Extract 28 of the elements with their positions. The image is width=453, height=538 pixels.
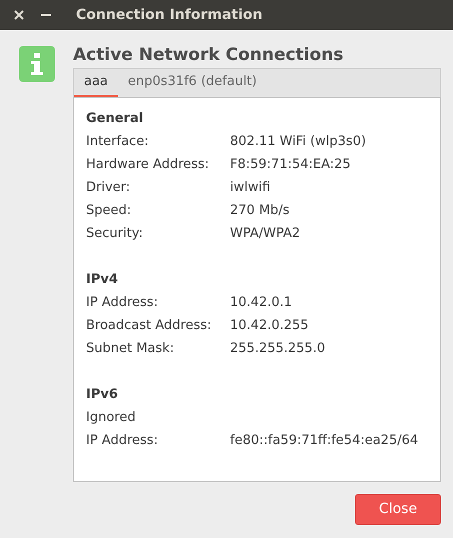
field-label: Hardware Address: (86, 156, 210, 174)
field-value: 802.11 WiFi (wlp3s0) (230, 133, 366, 151)
field-label: Subnet Mask: (86, 340, 176, 358)
field-label: Interface: (86, 133, 150, 151)
field-value: iwlwifi (230, 179, 270, 197)
field-value: fe80::fa59:71ff:fe54:ea25/64 (230, 432, 418, 450)
field-label: Broadcast Address: (86, 317, 212, 335)
tab[interactable]: enp0s31f6 (default) (118, 69, 267, 97)
field-value: 255.255.255.0 (230, 340, 326, 358)
group-title: IPv4 (86, 271, 119, 289)
field-label: Ignored (86, 409, 137, 427)
field-label: Driver: (86, 179, 132, 197)
field-label: Security: (86, 225, 144, 243)
field-label: Speed: (86, 202, 132, 220)
close-icon[interactable] (12, 8, 26, 22)
field-value: 10.42.0.255 (230, 317, 309, 335)
field-value: WPA/WPA2 (230, 225, 300, 243)
field-value: F8:59:71:54:EA:25 (230, 156, 351, 174)
info-icon (19, 46, 55, 82)
field-value: 270 Mb/s (230, 202, 290, 220)
field-value: 10.42.0.1 (230, 294, 292, 312)
group-title: General (86, 110, 144, 128)
group-title: IPv6 (86, 386, 119, 404)
field-label: IP Address: (86, 294, 159, 312)
field-label: IP Address: (86, 432, 159, 450)
window-title: Connection Information (76, 6, 262, 24)
section-heading: Active Network Connections (73, 44, 344, 66)
close-button[interactable]: Close (355, 494, 441, 525)
